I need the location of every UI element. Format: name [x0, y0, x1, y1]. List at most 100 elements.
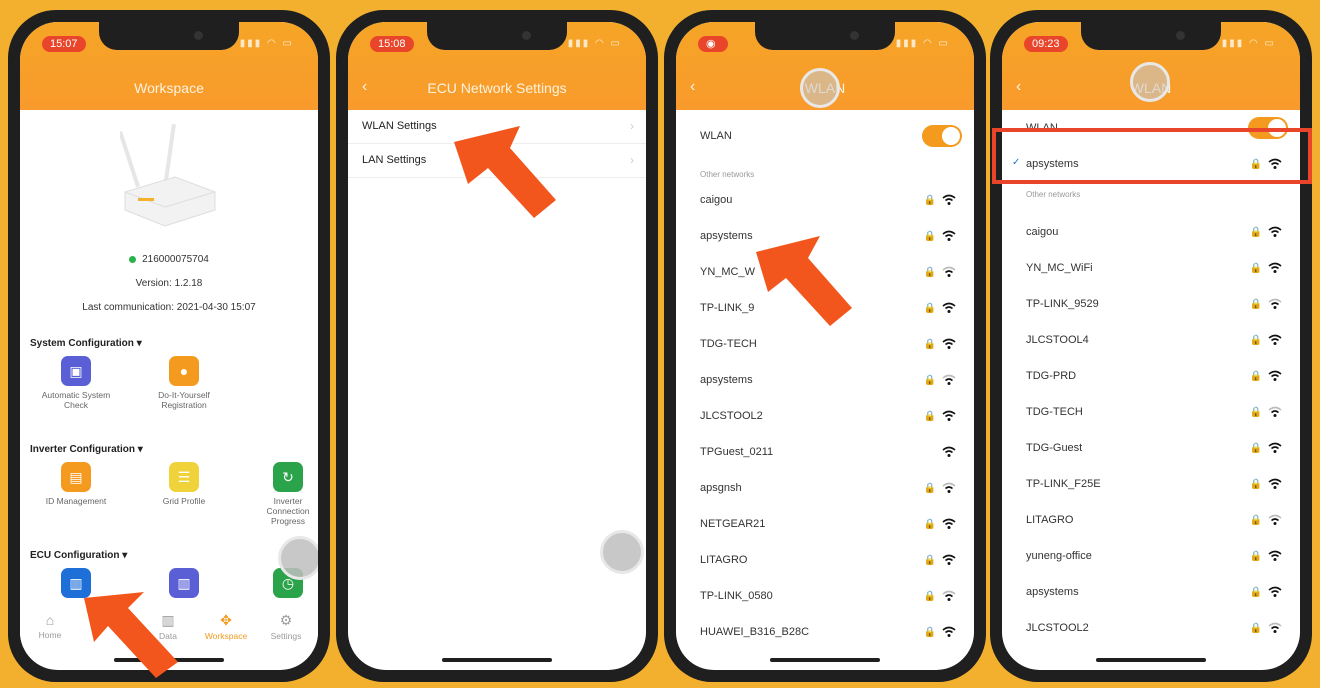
- home-indicator: [770, 658, 880, 662]
- network-row[interactable]: TP-LINK_0580 🔒: [676, 578, 974, 614]
- signal-icons: 🔒: [1250, 404, 1282, 418]
- status-icons: ▮▮▮ ◠ ▭: [895, 38, 950, 49]
- network-row[interactable]: TDG-Guest 🔒: [1002, 430, 1300, 466]
- wifi-icon: [1268, 406, 1282, 417]
- wifi-icon: [1268, 586, 1282, 597]
- signal-icons: 🔒: [924, 300, 956, 314]
- wifi-icon: [942, 554, 956, 565]
- network-row[interactable]: JLCSTOOL2 🔒: [1002, 610, 1300, 646]
- network-name: HUAWEI_B316_B28C: [700, 626, 810, 638]
- network-row[interactable]: TDG-TECH 🔒: [1002, 394, 1300, 430]
- network-row[interactable]: apsgnsh 🔒: [676, 470, 974, 506]
- network-row[interactable]: HUAWEI_B316_B28C 🔒: [676, 614, 974, 650]
- wifi-icon: [1268, 298, 1282, 309]
- network-name: JLCSTOOL4: [1026, 334, 1089, 346]
- ecu-device-image: [120, 123, 216, 227]
- lock-icon: 🔒: [1249, 227, 1262, 238]
- signal-icons: 🔒: [1250, 368, 1282, 382]
- network-row[interactable]: TDG-PRD 🔒: [1002, 358, 1300, 394]
- network-row[interactable]: caigou 🔒: [676, 182, 974, 218]
- wifi-icon: [942, 266, 956, 277]
- lock-icon: 🔒: [923, 303, 936, 314]
- chevron-right-icon: ›: [630, 119, 634, 133]
- signal-icons: 🔒: [924, 228, 956, 242]
- network-name: TDG-TECH: [1026, 406, 1083, 418]
- network-row[interactable]: TDG-TECH 🔒: [676, 326, 974, 362]
- assistive-touch-button[interactable]: [278, 536, 318, 580]
- device-version: Version: 1.2.18: [135, 278, 203, 289]
- briefcase-icon: ▣: [61, 356, 91, 386]
- signal-icons: 🔒: [924, 372, 956, 386]
- status-time: 15:08: [370, 36, 414, 52]
- signal-icons: [942, 444, 956, 458]
- network-row[interactable]: LITAGRO 🔒: [1002, 502, 1300, 538]
- network-row[interactable]: yuneng-office 🔒: [1002, 538, 1300, 574]
- lock-icon: 🔒: [1249, 443, 1262, 454]
- section-inverter-configuration[interactable]: Inverter Configuration ▾: [30, 444, 143, 455]
- assistive-touch-button[interactable]: [600, 530, 644, 574]
- wifi-icon: [1268, 334, 1282, 345]
- signal-icons: 🔒: [924, 588, 956, 602]
- signal-icons: 🔒: [924, 480, 956, 494]
- lock-icon: 🔒: [1249, 551, 1262, 562]
- signal-icons: 🔒: [1250, 260, 1282, 274]
- wifi-icon: [1268, 442, 1282, 453]
- page-title: ECU Network Settings: [427, 80, 567, 96]
- network-name: LITAGRO: [1026, 514, 1074, 526]
- status-icons: ▮▮▮ ◠ ▭: [1221, 38, 1276, 49]
- network-row[interactable]: TP-LINK_9529 🔒: [1002, 286, 1300, 322]
- wlan-toggle[interactable]: [922, 125, 962, 147]
- lock-icon: 🔒: [923, 375, 936, 386]
- page-title: Workspace: [134, 80, 204, 96]
- wifi-icon: [1268, 550, 1282, 561]
- lock-icon: 🔒: [1249, 479, 1262, 490]
- automatic-system-check-button[interactable]: ▣ Automatic System Check: [40, 356, 112, 410]
- grid-profile-button[interactable]: ☰ Grid Profile: [148, 462, 220, 506]
- network-row[interactable]: TPGuest_0211: [676, 434, 974, 470]
- caret-down-icon: ▾: [136, 338, 142, 349]
- lock-icon: 🔒: [923, 519, 936, 530]
- wifi-icon: [1268, 226, 1282, 237]
- network-row[interactable]: LITAGRO 🔒: [676, 542, 974, 578]
- lock-icon: 🔒: [923, 339, 936, 350]
- network-row[interactable]: JLCSTOOL4 🔒: [1002, 322, 1300, 358]
- network-row[interactable]: apsystems 🔒: [1002, 574, 1300, 610]
- signal-icons: 🔒: [1250, 512, 1282, 526]
- link-icon: ↻: [273, 462, 303, 492]
- network-name: YN_MC_W: [700, 266, 756, 278]
- wifi-icon: [942, 374, 956, 385]
- lock-icon: 🔒: [923, 483, 936, 494]
- home-indicator: [442, 658, 552, 662]
- network-row[interactable]: JLCSTOOL2 🔒: [676, 398, 974, 434]
- network-name: yuneng-office: [1026, 550, 1092, 562]
- network-name: JLCSTOOL2: [700, 410, 763, 422]
- recording-indicator: ◉: [698, 36, 728, 52]
- id-management-button[interactable]: ▤ ID Management: [40, 462, 112, 506]
- section-system-configuration[interactable]: System Configuration ▾: [30, 338, 142, 349]
- signal-icons: 🔒: [1250, 620, 1282, 634]
- other-networks-label: Other networks: [700, 170, 755, 179]
- touch-indicator: [800, 68, 840, 108]
- wifi-icon: [1268, 622, 1282, 633]
- lock-icon: 🔒: [1249, 335, 1262, 346]
- section-ecu-configuration[interactable]: ECU Configuration ▾: [30, 550, 127, 561]
- network-row[interactable]: TP-LINK_F25E 🔒: [1002, 466, 1300, 502]
- inverter-connection-progress-button[interactable]: ↻ Inverter Connection Progress: [252, 462, 318, 526]
- network-row[interactable]: YN_MC_WiFi 🔒: [1002, 250, 1300, 286]
- diy-registration-button[interactable]: ● Do-It-Yourself Registration: [148, 356, 220, 410]
- network-row[interactable]: apsystems 🔒: [676, 362, 974, 398]
- lock-icon: 🔒: [923, 591, 936, 602]
- network-row[interactable]: caigou 🔒: [1002, 214, 1300, 250]
- tab-workspace[interactable]: ✥ Workspace: [196, 612, 256, 641]
- signal-icons: 🔒: [1250, 224, 1282, 238]
- network-name: caigou: [1026, 226, 1059, 238]
- network-name: apsystems: [700, 374, 753, 386]
- pointer-arrow: [756, 236, 852, 326]
- gear-icon: ⚙: [279, 612, 293, 628]
- network-row[interactable]: NETGEAR21 🔒: [676, 506, 974, 542]
- lock-icon: 🔒: [923, 627, 936, 638]
- signal-icons: 🔒: [1250, 476, 1282, 490]
- tab-settings[interactable]: ⚙ Settings: [256, 612, 316, 641]
- notch: [99, 22, 239, 50]
- wlan-screen: ◉ ▮▮▮ ◠ ▭ ‹ WLAN WLAN Other networks cai…: [676, 22, 974, 670]
